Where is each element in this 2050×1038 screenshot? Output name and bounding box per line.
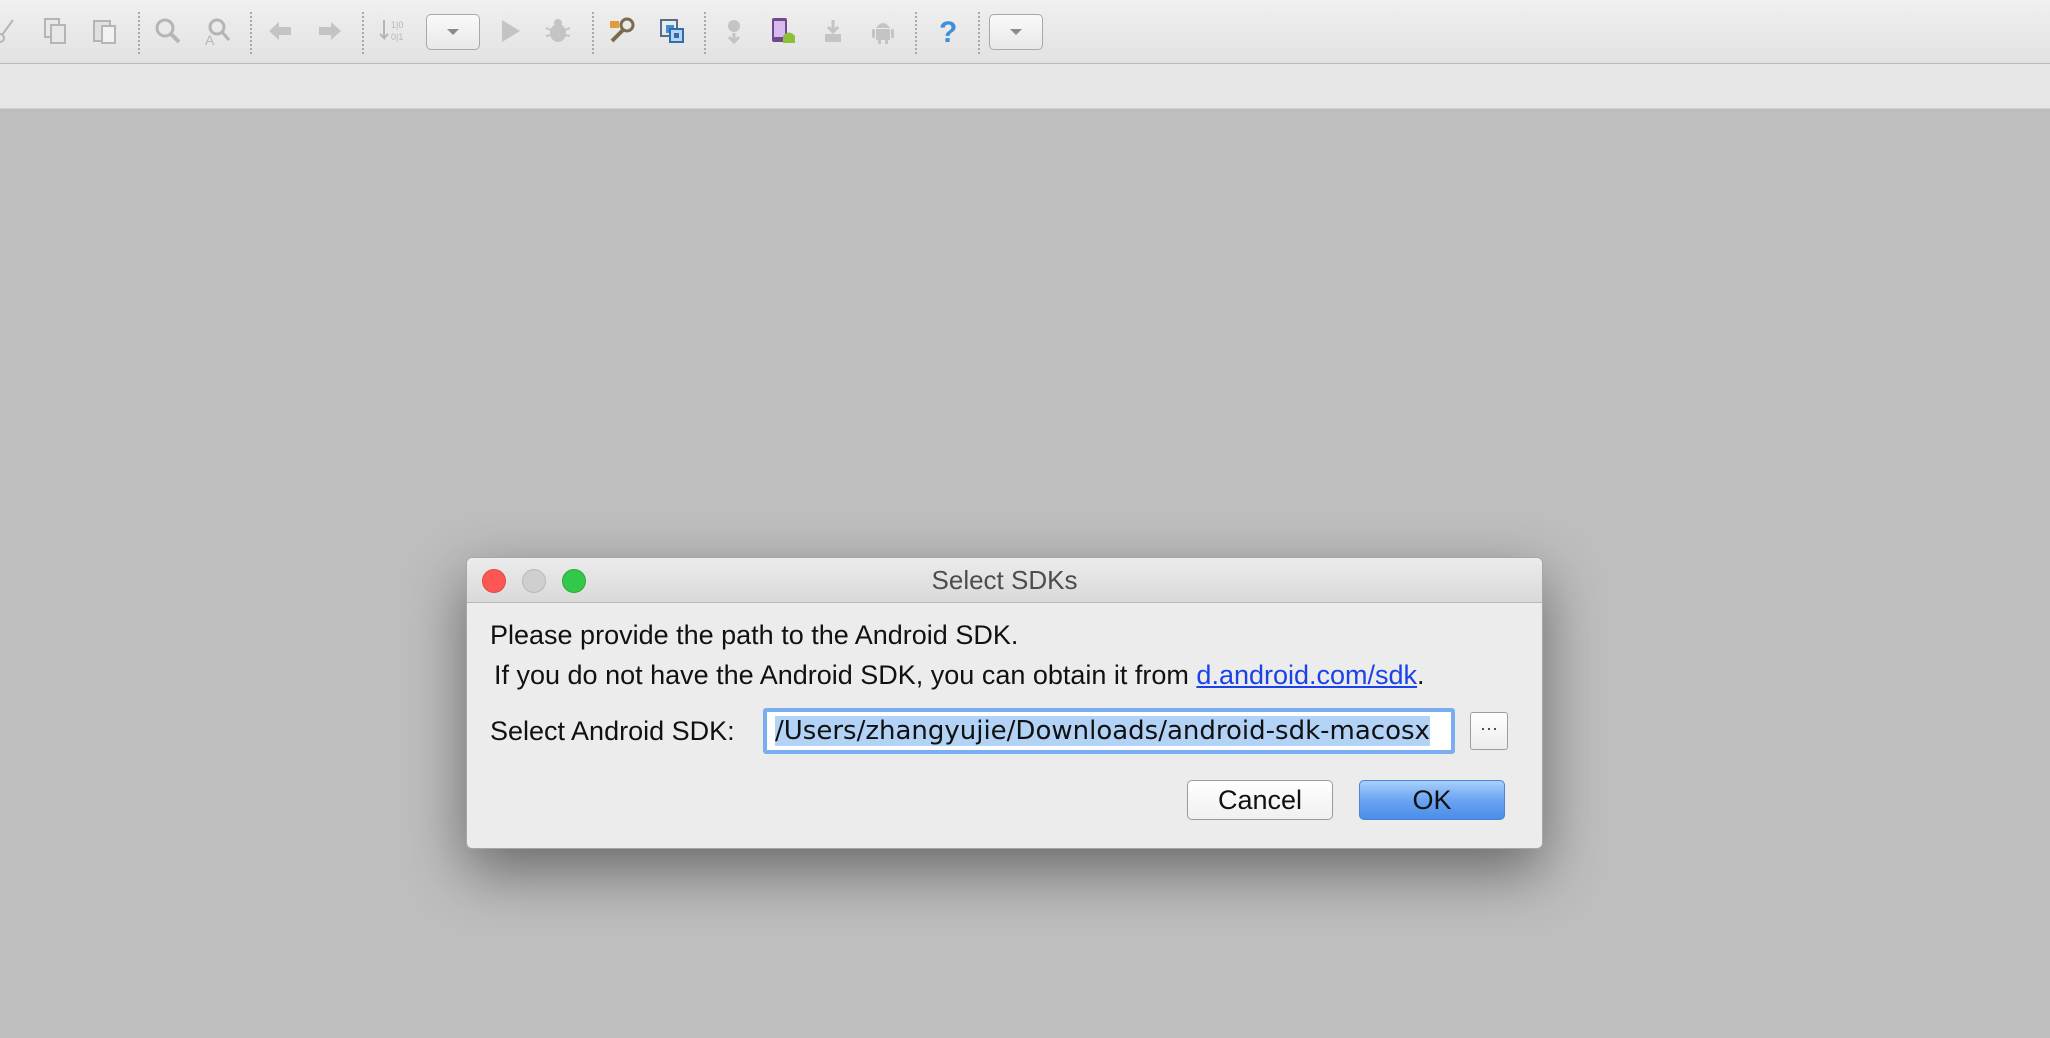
svg-text:?: ? <box>939 16 957 46</box>
sync-icon[interactable] <box>714 11 754 51</box>
more-dropdown[interactable] <box>989 14 1043 50</box>
toolbar-separator <box>362 12 364 54</box>
help-icon[interactable]: ? <box>926 11 966 51</box>
svg-text:A: A <box>205 32 215 46</box>
ok-button[interactable]: OK <box>1359 780 1505 820</box>
android-sdk-link[interactable]: d.android.com/sdk <box>1196 660 1417 690</box>
debug-icon[interactable] <box>538 11 578 51</box>
project-structure-icon[interactable] <box>602 11 642 51</box>
dialog-title: Select SDKs <box>931 565 1078 595</box>
copy-icon[interactable] <box>35 11 75 51</box>
dialog-message-line1: Please provide the path to the Android S… <box>490 620 1019 650</box>
find-icon[interactable] <box>148 11 188 51</box>
select-sdks-dialog: Select SDKs Please provide the path to t… <box>466 557 1543 849</box>
android-sdk-path-field[interactable]: /Users/zhangyujie/Downloads/android-sdk-… <box>763 708 1455 754</box>
download-icon[interactable] <box>813 11 853 51</box>
forward-icon[interactable] <box>310 11 350 51</box>
toolbar-separator <box>704 12 706 54</box>
toolbar-separator <box>250 12 252 54</box>
android-icon[interactable] <box>863 11 903 51</box>
svg-text:1|0: 1|0 <box>391 20 403 30</box>
toolbar-separator <box>915 12 917 54</box>
toolbar-separator <box>978 12 980 54</box>
dialog-titlebar: Select SDKs <box>467 558 1542 603</box>
select-android-sdk-label: Select Android SDK: <box>490 716 735 746</box>
replace-icon[interactable]: A <box>197 11 237 51</box>
navigation-bar <box>0 64 2050 109</box>
browse-button[interactable]: ··· <box>1470 712 1508 750</box>
main-toolbar: A 1|0 0|1 ? <box>0 0 2050 64</box>
svg-text:0|1: 0|1 <box>391 32 403 42</box>
message-line2-prefix: If you do not have the Android SDK, you … <box>494 660 1197 690</box>
chevron-down-icon <box>447 29 459 35</box>
toolbar-separator <box>138 12 140 54</box>
sdk-path-value: /Users/zhangyujie/Downloads/android-sdk-… <box>775 716 1430 746</box>
run-config-dropdown[interactable] <box>426 14 480 50</box>
paste-icon[interactable] <box>85 11 125 51</box>
avd-manager-icon[interactable] <box>763 11 803 51</box>
chevron-down-icon <box>1010 29 1022 35</box>
cut-icon[interactable] <box>0 11 26 51</box>
cancel-button[interactable]: Cancel <box>1187 780 1333 820</box>
run-icon[interactable] <box>490 11 530 51</box>
dialog-message-line2: If you do not have the Android SDK, you … <box>494 660 1425 691</box>
back-icon[interactable] <box>260 11 300 51</box>
sort-icon[interactable]: 1|0 0|1 <box>372 11 412 51</box>
message-line2-suffix: . <box>1417 660 1425 690</box>
toolbar-separator <box>592 12 594 54</box>
sdk-manager-icon[interactable] <box>652 11 692 51</box>
